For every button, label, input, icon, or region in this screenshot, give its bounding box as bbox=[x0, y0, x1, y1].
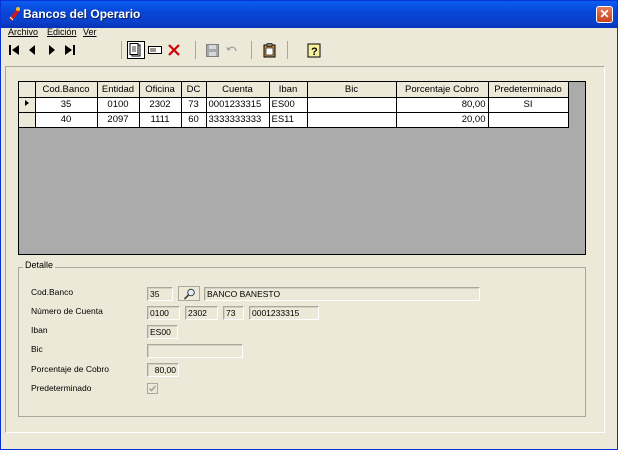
col-header-cod-banco[interactable]: Cod.Banco bbox=[35, 82, 98, 98]
cell-iban[interactable]: ES11 bbox=[269, 112, 308, 128]
cuenta-field[interactable]: 0001233315 bbox=[249, 306, 319, 320]
previous-icon bbox=[29, 45, 35, 55]
col-header-porcentaje[interactable]: Porcentaje Cobro bbox=[396, 82, 489, 98]
col-header-dc[interactable]: DC bbox=[181, 82, 207, 98]
label-numero-cuenta: Número de Cuenta bbox=[31, 306, 103, 316]
status-bar bbox=[1, 433, 617, 449]
cell-porcentaje[interactable]: 20,00 bbox=[396, 112, 489, 128]
edit-record-button[interactable] bbox=[146, 41, 164, 59]
first-icon bbox=[9, 45, 19, 55]
checkmark-icon bbox=[148, 385, 157, 392]
porcentaje-field[interactable]: 80,00 bbox=[147, 363, 179, 377]
cell-oficina[interactable]: 1111 bbox=[139, 112, 182, 128]
delete-record-button[interactable] bbox=[165, 41, 183, 59]
new-document-icon bbox=[129, 43, 141, 57]
next-record-button[interactable] bbox=[43, 41, 61, 59]
cell-porcentaje[interactable]: 80,00 bbox=[396, 97, 489, 113]
cell-iban[interactable]: ES00 bbox=[269, 97, 308, 113]
cell-oficina[interactable]: 2302 bbox=[139, 97, 182, 113]
col-header-bic[interactable]: Bic bbox=[307, 82, 397, 98]
row-indicator bbox=[19, 112, 36, 128]
magnifier-icon bbox=[183, 288, 195, 300]
predeterminado-checkbox[interactable] bbox=[147, 383, 158, 394]
save-button[interactable] bbox=[203, 41, 221, 59]
cell-entidad[interactable]: 2097 bbox=[97, 112, 140, 128]
col-header-cuenta[interactable]: Cuenta bbox=[206, 82, 270, 98]
col-header-oficina[interactable]: Oficina bbox=[139, 82, 182, 98]
iban-field[interactable]: ES00 bbox=[147, 325, 178, 339]
bank-lookup-button[interactable] bbox=[178, 286, 200, 301]
cell-bic[interactable] bbox=[307, 112, 397, 128]
save-disk-icon bbox=[205, 43, 219, 57]
table-header-row: Cod.Banco Entidad Oficina DC Cuenta Iban… bbox=[19, 82, 569, 98]
cod-banco-field[interactable]: 35 bbox=[147, 287, 173, 301]
toolbar: ? bbox=[1, 39, 617, 61]
col-header-iban[interactable]: Iban bbox=[269, 82, 308, 98]
label-predeterminado: Predeterminado bbox=[31, 383, 92, 393]
row-indicator bbox=[19, 97, 36, 113]
toolbar-separator bbox=[287, 41, 288, 59]
label-porcentaje-cobro: Porcentaje de Cobro bbox=[31, 364, 109, 374]
cell-cod-banco[interactable]: 40 bbox=[35, 112, 98, 128]
next-icon bbox=[49, 45, 55, 55]
table-row[interactable]: 35 0100 2302 73 0001233315 ES00 80,00 SI bbox=[19, 97, 569, 113]
edit-field-icon bbox=[148, 46, 162, 54]
toolbar-separator bbox=[121, 41, 122, 59]
window-title: Bancos del Operario bbox=[23, 7, 141, 21]
cell-predeterminado[interactable]: SI bbox=[488, 97, 569, 113]
previous-record-button[interactable] bbox=[23, 41, 41, 59]
oficina-field[interactable]: 2302 bbox=[185, 306, 218, 320]
svg-text:?: ? bbox=[311, 46, 318, 58]
undo-button[interactable] bbox=[222, 41, 240, 59]
col-header-entidad[interactable]: Entidad bbox=[97, 82, 140, 98]
bank-name-field[interactable]: BANCO BANESTO bbox=[204, 287, 480, 301]
close-button[interactable]: ✕ bbox=[596, 6, 613, 23]
main-window: Bancos del Operario ✕ Archivo Edición Ve… bbox=[0, 0, 618, 450]
cell-predeterminado[interactable] bbox=[488, 112, 569, 128]
cell-entidad[interactable]: 0100 bbox=[97, 97, 140, 113]
print-button[interactable] bbox=[261, 41, 279, 59]
first-record-button[interactable] bbox=[5, 41, 23, 59]
menu-edicion[interactable]: Edición bbox=[47, 27, 77, 37]
row-indicator-header bbox=[19, 82, 36, 98]
cell-cuenta[interactable]: 3333333333 bbox=[206, 112, 270, 128]
banks-grid[interactable]: Cod.Banco Entidad Oficina DC Cuenta Iban… bbox=[18, 81, 586, 255]
label-iban: Iban bbox=[31, 325, 48, 335]
menu-bar: Archivo Edición Ver bbox=[1, 27, 617, 39]
detalle-legend: Detalle bbox=[23, 260, 56, 270]
toolbar-separator bbox=[251, 41, 252, 59]
menu-archivo[interactable]: Archivo bbox=[8, 27, 38, 37]
cell-cod-banco[interactable]: 35 bbox=[35, 97, 98, 113]
cell-dc[interactable]: 73 bbox=[181, 97, 207, 113]
title-bar[interactable]: Bancos del Operario ✕ bbox=[1, 1, 617, 28]
delete-icon bbox=[168, 44, 180, 56]
help-button[interactable]: ? bbox=[305, 41, 323, 59]
dc-field[interactable]: 73 bbox=[223, 306, 244, 320]
new-record-button[interactable] bbox=[127, 41, 145, 59]
last-record-button[interactable] bbox=[61, 41, 79, 59]
cell-bic[interactable] bbox=[307, 97, 397, 113]
bic-field[interactable] bbox=[147, 344, 243, 358]
cell-cuenta[interactable]: 0001233315 bbox=[206, 97, 270, 113]
banks-table: Cod.Banco Entidad Oficina DC Cuenta Iban… bbox=[19, 82, 569, 128]
col-header-predeterminado[interactable]: Predeterminado bbox=[488, 82, 569, 98]
app-icon bbox=[9, 7, 20, 21]
clipboard-icon bbox=[263, 42, 276, 57]
label-bic: Bic bbox=[31, 344, 43, 354]
toolbar-separator bbox=[195, 41, 196, 59]
entidad-field[interactable]: 0100 bbox=[147, 306, 180, 320]
current-row-arrow-icon bbox=[24, 100, 29, 106]
label-cod-banco: Cod.Banco bbox=[31, 287, 74, 297]
last-icon bbox=[65, 45, 75, 55]
menu-ver[interactable]: Ver bbox=[83, 27, 97, 37]
table-row[interactable]: 40 2097 1111 60 3333333333 ES11 20,00 bbox=[19, 112, 569, 128]
help-icon: ? bbox=[307, 43, 320, 58]
cell-dc[interactable]: 60 bbox=[181, 112, 207, 128]
undo-icon bbox=[225, 46, 237, 52]
